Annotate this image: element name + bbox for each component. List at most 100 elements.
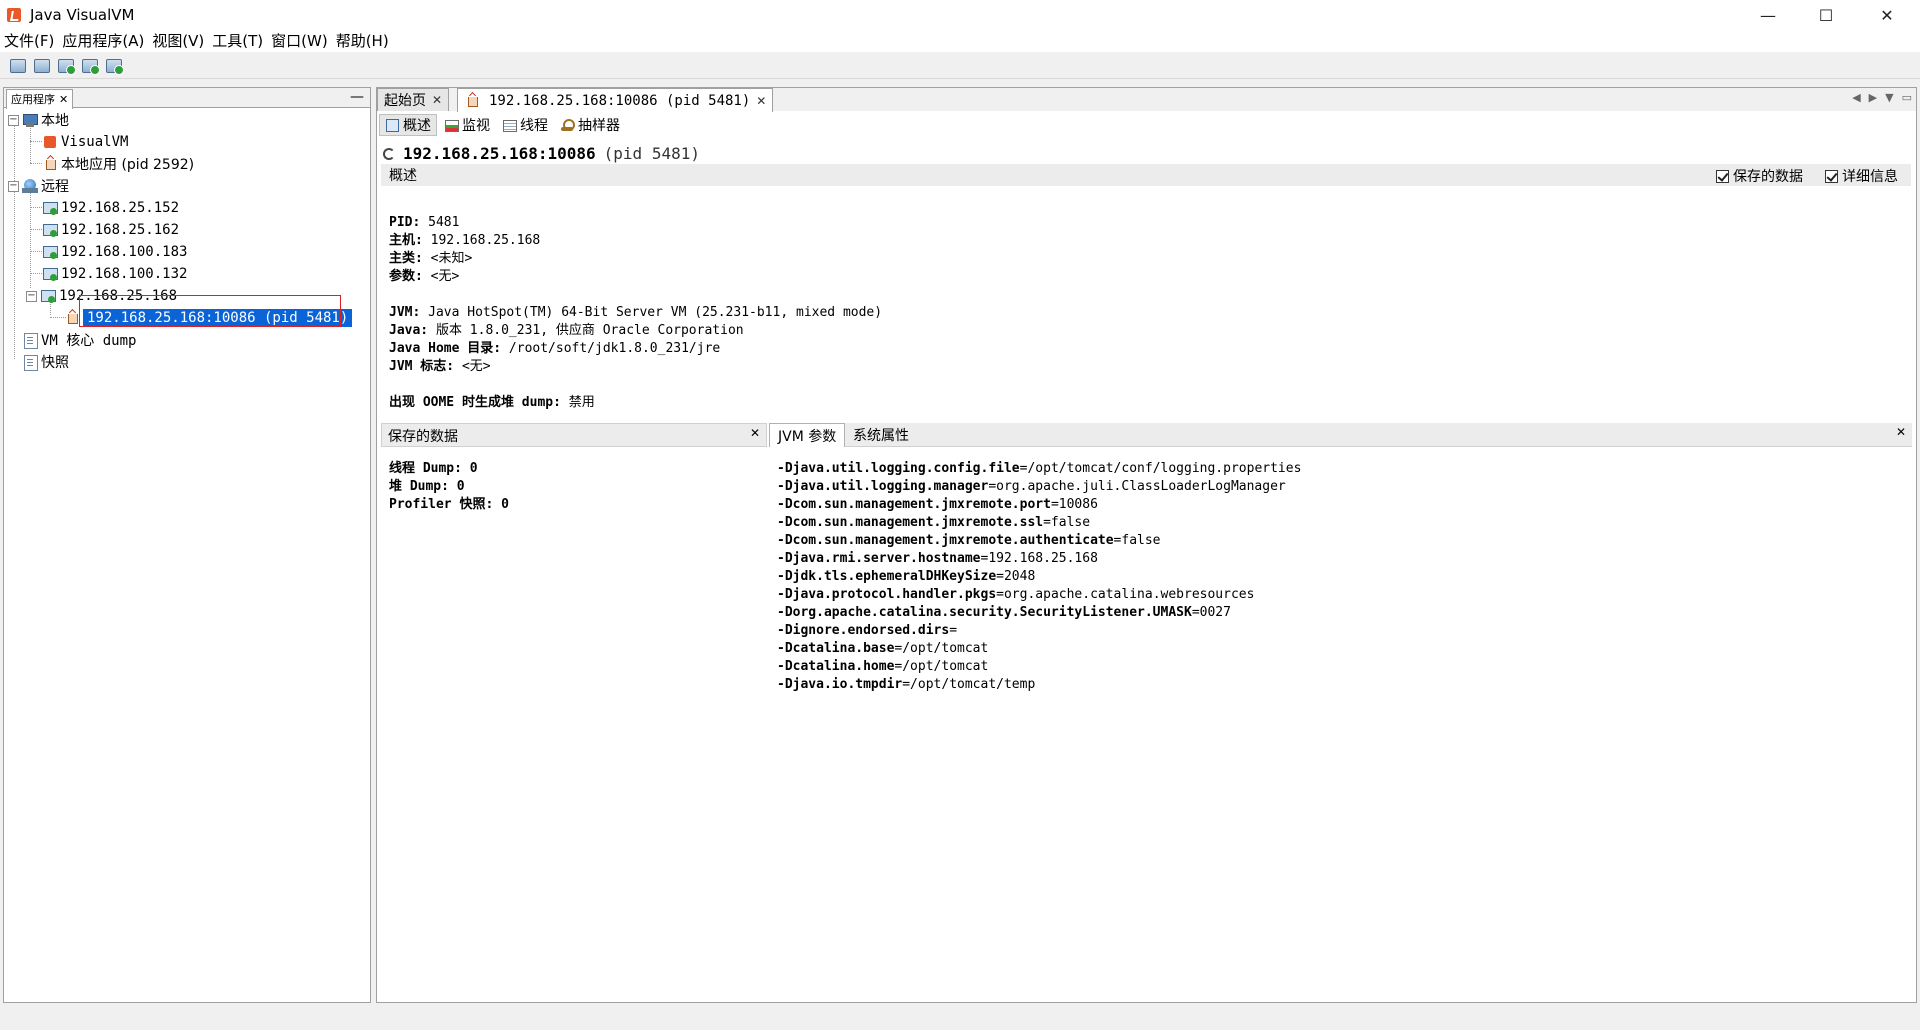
- subtab-monitor[interactable]: 监视: [439, 114, 495, 136]
- tree-node-visualvm[interactable]: VisualVM: [42, 132, 128, 152]
- tree-node-local-app[interactable]: 本地应用 (pid 2592): [42, 154, 194, 174]
- tree-label-remote: 远程: [41, 179, 69, 195]
- core-dump-icon: [22, 332, 38, 349]
- info-value: Java HotSpot(TM) 64-Bit Server VM (25.23…: [420, 305, 883, 320]
- tab-list-dropdown-icon[interactable]: ▼: [1885, 91, 1893, 104]
- tab-applications-close[interactable]: ✕: [59, 91, 68, 109]
- subtab-threads-label: 线程: [520, 118, 548, 134]
- info-pid: PID: 5481: [389, 214, 882, 232]
- open-snapshot-button[interactable]: [8, 56, 28, 76]
- visualvm-icon: [42, 134, 58, 150]
- info-value: <未知>: [422, 251, 473, 266]
- tree-node-local[interactable]: − 本地: [8, 110, 69, 130]
- saved-data-panel-title: 保存的数据: [388, 429, 458, 445]
- jvm-argument-value: =/opt/tomcat/conf/logging.properties: [1019, 461, 1302, 476]
- tree-node-host[interactable]: 192.168.100.132: [42, 264, 187, 284]
- saved-data-checkbox[interactable]: 保存的数据: [1716, 166, 1803, 186]
- tab-jmx-app-close[interactable]: ✕: [756, 94, 766, 108]
- subtab-sampler[interactable]: 抽样器: [555, 114, 625, 136]
- info-java-home: Java Home 目录: /root/soft/jdk1.8.0_231/jr…: [389, 340, 882, 358]
- tab-start-page-close[interactable]: ✕: [432, 93, 442, 107]
- document-area: 起始页 ✕ 192.168.25.168:10086 (pid 5481) ✕ …: [376, 87, 1917, 1003]
- details-panel-close[interactable]: ✕: [1896, 425, 1906, 439]
- save-button[interactable]: [32, 56, 52, 76]
- document-tabstrip: 起始页 ✕ 192.168.25.168:10086 (pid 5481) ✕ …: [377, 88, 1916, 112]
- jvm-argument: -Djava.util.logging.config.file=/opt/tom…: [777, 460, 1301, 478]
- subtab-overview[interactable]: 概述: [379, 114, 437, 136]
- tree-node-vm-core-dump[interactable]: VM 核心 dump: [22, 330, 136, 350]
- tab-applications-label: 应用程序: [11, 92, 55, 106]
- menu-applications[interactable]: 应用程序(A): [58, 30, 148, 52]
- tree-collapse-toggle[interactable]: −: [8, 180, 19, 192]
- tree-node-snapshots[interactable]: 快照: [22, 352, 69, 372]
- jvm-argument-value: =org.apache.catalina.webresources: [996, 587, 1255, 602]
- tab-jvm-arguments[interactable]: JVM 参数: [769, 423, 846, 447]
- tree-node-host[interactable]: 192.168.25.152: [42, 198, 179, 218]
- tab-system-properties[interactable]: 系统属性: [845, 423, 917, 447]
- tree-collapse-toggle[interactable]: −: [8, 114, 19, 126]
- jvm-arguments-list: -Djava.util.logging.config.file=/opt/tom…: [777, 460, 1301, 694]
- maximize-document-icon[interactable]: ▭: [1902, 91, 1912, 104]
- add-jmx-connection-button[interactable]: [80, 56, 100, 76]
- menu-file[interactable]: 文件(F): [0, 30, 58, 52]
- java-app-icon: [464, 93, 480, 109]
- info-key: PID:: [389, 215, 421, 230]
- info-value: 192.168.25.168: [422, 233, 541, 248]
- tree-node-host[interactable]: 192.168.25.162: [42, 220, 179, 240]
- tab-scroll-right-icon[interactable]: ▶: [1869, 91, 1877, 104]
- open-snapshot-icon: [10, 58, 26, 73]
- tab-scroll-left-icon[interactable]: ◀: [1852, 91, 1860, 104]
- tab-start-page[interactable]: 起始页 ✕: [377, 88, 450, 111]
- tab-jmx-app[interactable]: 192.168.25.168:10086 (pid 5481) ✕: [457, 88, 774, 112]
- subtab-threads[interactable]: 线程: [497, 114, 553, 136]
- add-snapshot-button[interactable]: [104, 56, 124, 76]
- menu-tools[interactable]: 工具(T): [208, 30, 267, 52]
- view-subtabs: 概述 监视 线程 抽样器: [379, 114, 625, 136]
- saved-thread-dumps: 线程 Dump: 0: [389, 461, 478, 476]
- jvm-argument-key: -Dcom.sun.management.jmxremote.ssl: [777, 515, 1044, 530]
- tree-connector: [30, 229, 42, 230]
- info-key: 参数:: [389, 269, 423, 284]
- details-checkbox[interactable]: 详细信息: [1825, 166, 1898, 186]
- remote-host-icon: [40, 288, 56, 304]
- info-key: Java:: [389, 323, 429, 338]
- menu-view[interactable]: 视图(V): [148, 30, 208, 52]
- jvm-argument-key: -Djava.util.logging.manager: [777, 479, 989, 494]
- remote-host-icon: [42, 222, 58, 238]
- panel-minimize-button[interactable]: —: [350, 88, 364, 106]
- maximize-button[interactable]: ☐: [1797, 0, 1855, 30]
- tree-node-host[interactable]: 192.168.100.183: [42, 242, 187, 262]
- info-oome-heap-dump: 出现 OOME 时生成堆 dump: 禁用: [389, 394, 882, 412]
- jvm-argument: -Dignore.endorsed.dirs=: [777, 622, 1301, 640]
- saved-data-panel-close[interactable]: ✕: [750, 426, 760, 440]
- saved-data-checkbox-label: 保存的数据: [1733, 169, 1803, 185]
- jvm-argument: -Djava.rmi.server.hostname=192.168.25.16…: [777, 550, 1301, 568]
- jvm-argument-value: =0027: [1191, 605, 1231, 620]
- tree-connector: [30, 141, 42, 142]
- add-remote-host-icon: [58, 58, 76, 75]
- menu-window[interactable]: 窗口(W): [267, 30, 332, 52]
- tree-collapse-toggle[interactable]: −: [26, 290, 37, 302]
- info-arguments: 参数: <无>: [389, 268, 882, 286]
- close-window-button[interactable]: ✕: [1858, 0, 1916, 30]
- saved-profiler-snapshots: Profiler 快照: 0: [389, 497, 509, 512]
- tab-applications[interactable]: 应用程序 ✕: [6, 89, 74, 109]
- applications-panel: 应用程序 ✕ — − 本地 VisualVM 本地应用 (pid 2592) −…: [3, 87, 371, 1003]
- network-icon: [22, 178, 38, 194]
- saved-data-panel-header: 保存的数据 ✕: [381, 423, 767, 447]
- info-value: 禁用: [560, 395, 595, 410]
- overview-section-title: 概述: [389, 168, 417, 184]
- saved-data-list: 线程 Dump: 0 堆 Dump: 0 Profiler 快照: 0: [389, 460, 509, 514]
- jvm-argument-key: -Djava.rmi.server.hostname: [777, 551, 981, 566]
- jvm-argument-key: -Djava.util.logging.config.file: [777, 461, 1020, 476]
- tab-navigation: ◀ ▶ ▼ ▭: [1852, 91, 1912, 104]
- jvm-argument-key: -Dorg.apache.catalina.security.SecurityL…: [777, 605, 1192, 620]
- minimize-button[interactable]: —: [1739, 0, 1797, 30]
- add-remote-host-button[interactable]: [56, 56, 76, 76]
- tree-node-remote[interactable]: − 远程: [8, 176, 69, 196]
- info-key: JVM:: [389, 305, 421, 320]
- computer-icon: [22, 112, 38, 128]
- tree-label-host: 192.168.25.162: [61, 222, 180, 238]
- details-checkbox-label: 详细信息: [1842, 169, 1898, 185]
- menu-help[interactable]: 帮助(H): [332, 30, 393, 52]
